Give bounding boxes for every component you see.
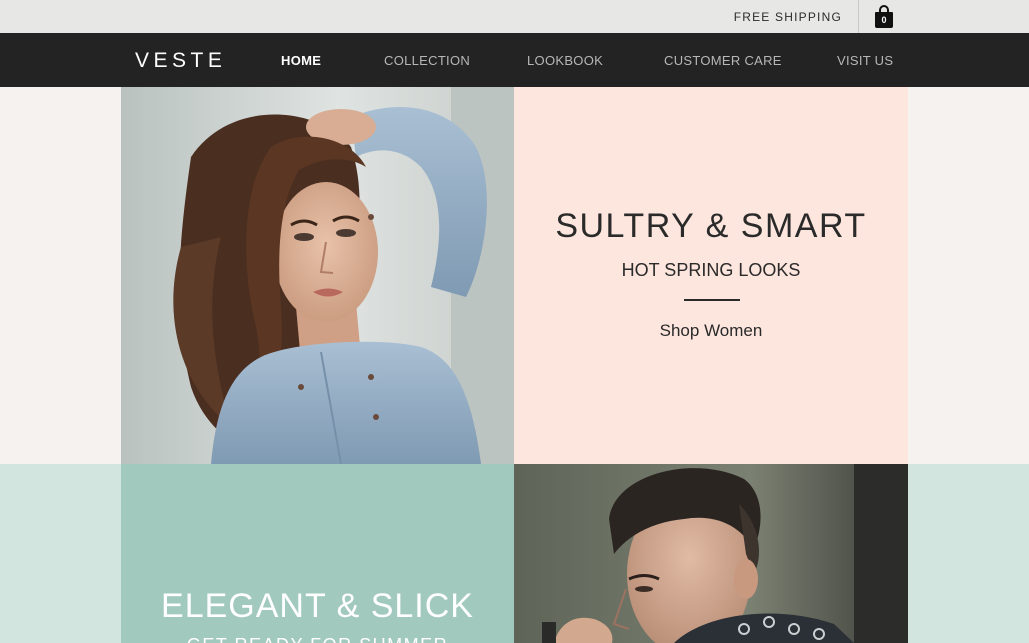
site-logo[interactable]: VESTE [135,49,226,73]
nav-item-visit-us[interactable]: VISIT US [837,53,893,68]
hero-photo-woman[interactable] [121,87,514,464]
nav-item-home[interactable]: HOME [281,53,321,68]
hero-photo-man[interactable] [514,464,908,643]
promo-divider [684,299,740,301]
side-band [908,87,1029,464]
promo-subtitle: GET READY FOR SUMMER [121,635,514,643]
promo-tile-women[interactable]: SULTRY & SMART HOT SPRING LOOKS Shop Wom… [514,87,908,464]
man-photo-illustration [514,464,908,643]
utility-divider [858,0,859,33]
promo-tile-summer[interactable]: ELEGANT & SLICK GET READY FOR SUMMER [121,464,514,643]
promo-subtitle: HOT SPRING LOOKS [621,260,801,280]
shop-women-link[interactable]: Shop Women [514,321,908,341]
promo-title: ELEGANT & SLICK [161,587,474,625]
free-shipping-link[interactable]: FREE SHIPPING [734,10,842,24]
nav-item-customer-care[interactable]: CUSTOMER CARE [664,53,782,68]
woman-photo-illustration [121,87,514,464]
cart-count: 0 [881,15,887,25]
side-band-mint [0,464,121,643]
nav-item-collection[interactable]: COLLECTION [384,53,470,68]
side-band [0,87,121,464]
utility-bar: FREE SHIPPING 0 [0,0,1029,33]
main-nav: VESTE HOME COLLECTION LOOKBOOK CUSTOMER … [0,33,1029,87]
cart-button[interactable]: 0 [874,5,894,29]
promo-title: SULTRY & SMART [555,207,867,245]
side-band-mint [908,464,1029,643]
nav-item-lookbook[interactable]: LOOKBOOK [527,53,603,68]
